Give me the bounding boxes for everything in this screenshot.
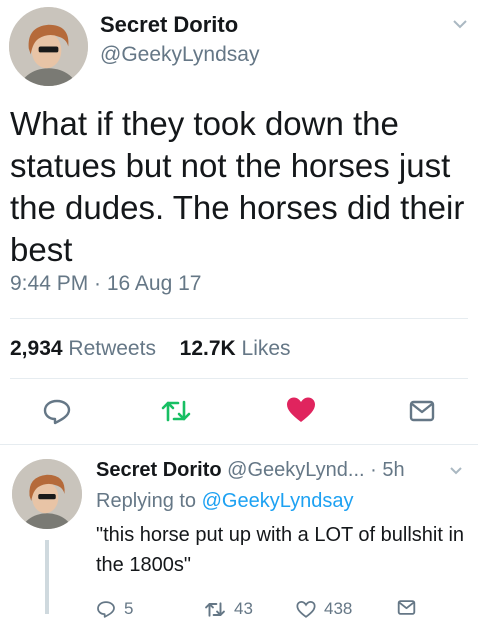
avatar-image (9, 7, 88, 86)
replying-mention[interactable]: @GeekyLyndsay (202, 490, 354, 512)
retweets-label[interactable]: Retweets (68, 337, 156, 360)
reply-button[interactable] (42, 398, 72, 426)
heart-icon (287, 397, 315, 422)
replying-prefix: Replying to (96, 490, 197, 512)
tweet-timestamp[interactable]: 9:44 PM · 16 Aug 17 (10, 272, 201, 296)
direct-message-button[interactable] (409, 399, 435, 423)
chevron-down-icon[interactable] (452, 18, 468, 30)
avatar-image (12, 459, 82, 529)
reply-dm-button[interactable] (397, 599, 424, 616)
direct-message-icon (409, 400, 435, 422)
direct-message-icon (397, 600, 416, 615)
retweets-count[interactable]: 2,934 (10, 337, 63, 360)
reply-like-count: 438 (324, 599, 353, 618)
like-button[interactable] (286, 396, 316, 424)
thread-line (45, 540, 49, 614)
reply-count: 5 (124, 599, 134, 618)
reply-retweet-count: 43 (234, 599, 253, 618)
reply-author-avatar[interactable] (12, 459, 82, 529)
retweet-button[interactable] (160, 399, 192, 423)
chevron-down-icon[interactable] (449, 466, 463, 476)
likes-count[interactable]: 12.7K (180, 337, 236, 360)
divider (10, 378, 468, 379)
divider (0, 444, 478, 445)
engagement-stats: 2,934 Retweets 12.7K Likes (10, 337, 291, 361)
reply-header: Secret Dorito @GeekyLynd... · 5h (96, 459, 405, 482)
replying-to: Replying to @GeekyLyndsay (96, 490, 353, 513)
likes-label[interactable]: Likes (242, 337, 291, 360)
author-avatar[interactable] (9, 7, 88, 86)
reply-author-name[interactable]: Secret Dorito (96, 459, 222, 481)
retweet-icon (161, 400, 191, 422)
heart-icon (296, 600, 316, 618)
tweet-text: What if they took down the statues but n… (10, 105, 465, 268)
reply-reply-button[interactable]: 5 (96, 599, 133, 619)
reply-retweet-button[interactable]: 43 (204, 599, 253, 619)
author-handle[interactable]: @GeekyLyndsay (100, 43, 259, 67)
main-tweet: Secret Dorito @GeekyLyndsay What if they… (0, 0, 478, 445)
author-name[interactable]: Secret Dorito (100, 12, 238, 38)
reply-like-button[interactable]: 438 (296, 599, 352, 619)
divider (10, 318, 468, 319)
reply-icon (43, 399, 71, 425)
retweet-icon (205, 601, 225, 617)
reply-text: "this horse put up with a LOT of bullshi… (96, 524, 465, 576)
reply-handle-time[interactable]: @GeekyLynd... · 5h (227, 459, 404, 481)
reply-icon (97, 600, 115, 618)
